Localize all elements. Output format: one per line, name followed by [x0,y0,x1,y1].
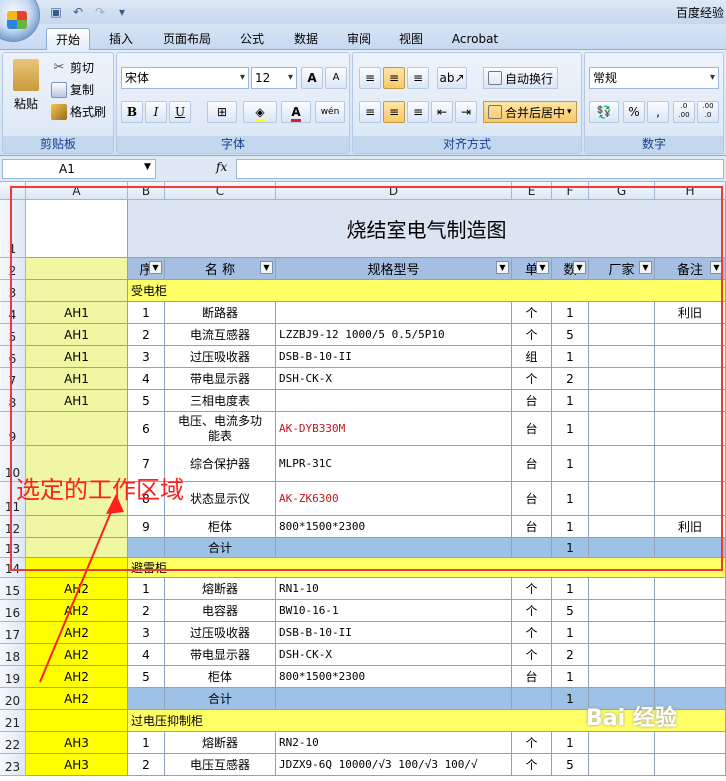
selection-box [10,186,723,571]
baidu-watermark: Bai 经验 [586,706,677,731]
office-logo-icon [7,11,27,29]
